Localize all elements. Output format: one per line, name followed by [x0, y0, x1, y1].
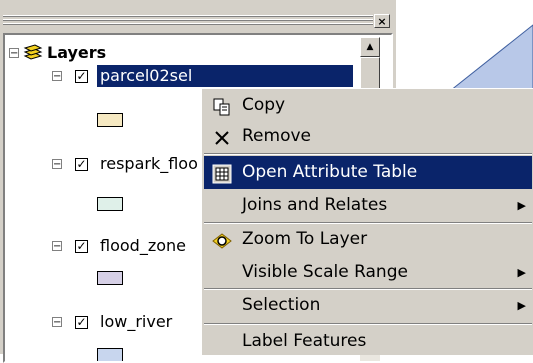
- menu-item-visible-scale-range[interactable]: Visible Scale Range ▶: [204, 256, 532, 289]
- layer-context-menu: Copy Remove Open Attribute Table Joins a…: [201, 88, 533, 355]
- menu-item-joins-and-relates[interactable]: Joins and Relates ▶: [204, 189, 532, 222]
- collapse-toggle[interactable]: −: [52, 159, 62, 170]
- layer-name[interactable]: low_river: [100, 311, 172, 333]
- menu-item-zoom-to-layer[interactable]: Zoom To Layer: [204, 223, 532, 256]
- symbol-swatch[interactable]: [97, 113, 123, 127]
- collapse-toggle[interactable]: −: [9, 48, 19, 59]
- close-button[interactable]: ×: [374, 14, 390, 28]
- symbol-swatch[interactable]: [97, 348, 123, 361]
- table-icon: [212, 163, 232, 184]
- menu-item-selection[interactable]: Selection ▶: [204, 289, 532, 322]
- submenu-arrow-icon: ▶: [517, 199, 526, 212]
- layers-root-label: Layers: [47, 43, 107, 62]
- menu-item-label-features[interactable]: Label Features: [204, 325, 532, 358]
- menu-item-remove[interactable]: Remove: [204, 120, 532, 153]
- menu-item-open-attribute-table[interactable]: Open Attribute Table: [204, 156, 532, 189]
- panel-grip[interactable]: [3, 15, 373, 27]
- tree-root-row[interactable]: − Layers: [7, 42, 347, 64]
- layer-visibility-checkbox[interactable]: ✓: [75, 70, 88, 83]
- submenu-arrow-icon: ▶: [517, 266, 526, 279]
- layer-row-parcel02sel[interactable]: − ✓ parcel02sel: [5, 65, 355, 87]
- zoom-to-layer-icon: [212, 230, 232, 250]
- layers-stack-icon: [23, 44, 43, 62]
- collapse-toggle[interactable]: −: [52, 71, 62, 82]
- layer-visibility-checkbox[interactable]: ✓: [75, 316, 88, 329]
- remove-x-icon: [212, 127, 232, 147]
- symbol-swatch[interactable]: [97, 271, 123, 285]
- menu-item-copy[interactable]: Copy: [204, 89, 532, 122]
- layer-name[interactable]: flood_zone: [100, 235, 186, 257]
- symbol-swatch[interactable]: [97, 197, 123, 211]
- layer-visibility-checkbox[interactable]: ✓: [75, 240, 88, 253]
- layer-name[interactable]: respark_floo: [100, 153, 198, 175]
- collapse-toggle[interactable]: −: [52, 241, 62, 252]
- layer-visibility-checkbox[interactable]: ✓: [75, 158, 88, 171]
- copy-icon: [212, 96, 232, 116]
- submenu-arrow-icon: ▶: [517, 299, 526, 312]
- layer-name[interactable]: parcel02sel: [97, 65, 353, 87]
- collapse-toggle[interactable]: −: [52, 317, 62, 328]
- menu-separator: [204, 153, 532, 155]
- scroll-up-button[interactable]: ▲: [360, 37, 380, 57]
